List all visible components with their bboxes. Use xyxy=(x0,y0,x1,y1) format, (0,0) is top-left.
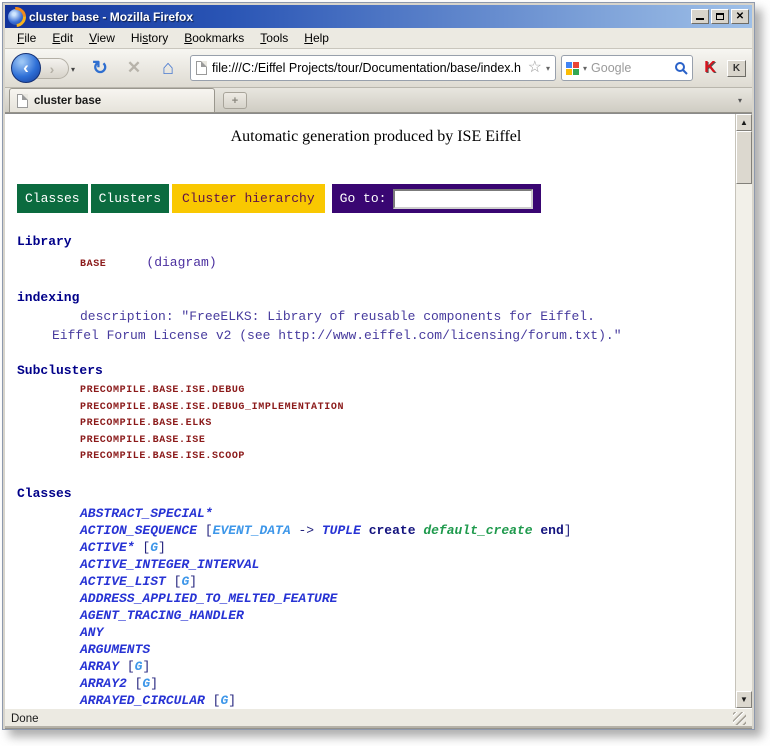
maximize-button[interactable] xyxy=(711,9,729,24)
google-logo-icon[interactable] xyxy=(566,62,579,75)
indexing-heading: indexing xyxy=(17,290,735,305)
library-heading: Library xyxy=(17,234,735,249)
menu-help[interactable]: Help xyxy=(296,29,337,47)
title-bar[interactable]: cluster base - Mozilla Firefox ✕ xyxy=(5,5,752,28)
menu-history[interactable]: History xyxy=(123,29,176,47)
content-wrapper: Automatic generation produced by ISE Eif… xyxy=(5,113,752,708)
class-link[interactable]: ARGUMENTS xyxy=(17,641,735,658)
menu-tools[interactable]: Tools xyxy=(252,29,296,47)
search-icon[interactable] xyxy=(674,61,688,75)
url-dropdown-icon[interactable]: ▾ xyxy=(546,64,550,73)
clusters-button[interactable]: Clusters xyxy=(91,184,169,213)
subcluster-link[interactable]: PRECOMPILE.BASE.ISE.DEBUG xyxy=(17,383,735,400)
class-link[interactable]: ACTIVE_INTEGER_INTERVAL xyxy=(17,556,735,573)
reload-button[interactable]: ↻ xyxy=(87,55,113,81)
vertical-scrollbar[interactable]: ▲ ▼ xyxy=(735,114,752,708)
goto-block: Go to: xyxy=(332,184,542,213)
class-link[interactable]: ACTIVE_LIST [G] xyxy=(17,573,735,590)
search-input[interactable] xyxy=(591,61,674,75)
library-name: BASE xyxy=(80,259,106,270)
scrollbar-thumb[interactable] xyxy=(736,131,752,184)
search-bar[interactable]: ▾ xyxy=(561,55,693,81)
status-bar: Done xyxy=(5,708,752,728)
subcluster-link[interactable]: PRECOMPILE.BASE.ISE.SCOOP xyxy=(17,449,735,466)
minimize-button[interactable] xyxy=(691,9,709,24)
home-button[interactable]: ⌂ xyxy=(155,55,181,81)
class-link[interactable]: ACTIVE* [G] xyxy=(17,539,735,556)
tab-title: cluster base xyxy=(34,95,101,107)
tab-page-icon xyxy=(17,94,28,108)
cluster-hierarchy-button[interactable]: Cluster hierarchy xyxy=(172,184,325,213)
history-dropdown-icon[interactable]: ▾ xyxy=(71,65,75,74)
tab-cluster-base[interactable]: cluster base xyxy=(9,88,215,112)
class-link[interactable]: ARRAY2 [G] xyxy=(17,675,735,692)
page-banner: Automatic generation produced by ISE Eif… xyxy=(17,128,735,146)
back-button[interactable]: ‹ xyxy=(11,53,41,83)
subcluster-link[interactable]: PRECOMPILE.BASE.ISE xyxy=(17,433,735,450)
goto-label: Go to: xyxy=(340,191,387,206)
address-bar[interactable]: ☆ ▾ xyxy=(190,55,556,81)
menu-file[interactable]: File xyxy=(9,29,44,47)
k-button[interactable]: K xyxy=(727,60,746,77)
navigation-toolbar: › ‹ ▾ ↻ ✕ ⌂ ☆ ▾ ▾ K K xyxy=(5,49,752,88)
class-link[interactable]: ACTION_SEQUENCE [EVENT_DATA -> TUPLE cre… xyxy=(17,522,735,539)
window-title: cluster base - Mozilla Firefox xyxy=(29,10,193,24)
tab-list-dropdown-icon[interactable]: ▾ xyxy=(732,92,748,109)
menu-bar: FileEditViewHistoryBookmarksToolsHelp xyxy=(5,28,752,49)
page-content: Automatic generation produced by ISE Eif… xyxy=(5,114,735,708)
subcluster-link[interactable]: PRECOMPILE.BASE.ELKS xyxy=(17,416,735,433)
menu-edit[interactable]: Edit xyxy=(44,29,81,47)
kaspersky-icon[interactable]: K xyxy=(699,59,721,77)
tab-bar: cluster base + ▾ xyxy=(5,88,752,113)
maximize-icon xyxy=(716,13,724,20)
scroll-down-button[interactable]: ▼ xyxy=(736,691,752,708)
subcluster-link[interactable]: PRECOMPILE.BASE.ISE.DEBUG_IMPLEMENTATION xyxy=(17,400,735,417)
menu-bookmarks[interactable]: Bookmarks xyxy=(176,29,252,47)
new-tab-button[interactable]: + xyxy=(223,92,247,109)
close-icon: ✕ xyxy=(736,12,744,22)
search-engine-dropdown-icon[interactable]: ▾ xyxy=(583,64,587,73)
history-nav-cluster: › ‹ ▾ xyxy=(11,53,83,83)
browser-window: cluster base - Mozilla Firefox ✕ FileEdi… xyxy=(2,2,755,730)
menu-view[interactable]: View xyxy=(81,29,123,47)
diagram-link[interactable]: (diagram) xyxy=(146,255,216,270)
subclusters-heading: Subclusters xyxy=(17,363,735,378)
stop-button[interactable]: ✕ xyxy=(121,55,147,81)
classes-heading: Classes xyxy=(17,486,735,501)
class-link[interactable]: ARRAY [G] xyxy=(17,658,735,675)
classes-button[interactable]: Classes xyxy=(17,184,88,213)
url-input[interactable] xyxy=(212,61,528,75)
page-nav-buttons: Classes Clusters Cluster hierarchy Go to… xyxy=(17,184,735,213)
window-controls: ✕ xyxy=(691,9,749,24)
library-row: BASE (diagram) xyxy=(17,255,735,270)
goto-input[interactable] xyxy=(393,189,533,209)
resize-grip[interactable] xyxy=(733,712,746,725)
class-link[interactable]: ADDRESS_APPLIED_TO_MELTED_FEATURE xyxy=(17,590,735,607)
status-text: Done xyxy=(11,713,39,725)
indexing-line-2: Eiffel Forum License v2 (see http://www.… xyxy=(17,328,735,343)
class-link[interactable]: ARRAYED_CIRCULAR [G] xyxy=(17,692,735,709)
scroll-up-button[interactable]: ▲ xyxy=(736,114,752,131)
close-button[interactable]: ✕ xyxy=(731,9,749,24)
page-icon xyxy=(196,61,207,75)
class-link[interactable]: AGENT_TRACING_HANDLER xyxy=(17,607,735,624)
firefox-icon xyxy=(8,9,24,25)
class-link[interactable]: ANY xyxy=(17,624,735,641)
classes-list: ABSTRACT_SPECIAL*ACTION_SEQUENCE [EVENT_… xyxy=(17,505,735,709)
minimize-icon xyxy=(696,13,704,20)
subclusters-list: PRECOMPILE.BASE.ISE.DEBUGPRECOMPILE.BASE… xyxy=(17,383,735,466)
indexing-line-1: description: "FreeELKS: Library of reusa… xyxy=(17,309,735,324)
bookmark-star-icon[interactable]: ☆ xyxy=(528,60,542,76)
class-link[interactable]: ABSTRACT_SPECIAL* xyxy=(17,505,735,522)
